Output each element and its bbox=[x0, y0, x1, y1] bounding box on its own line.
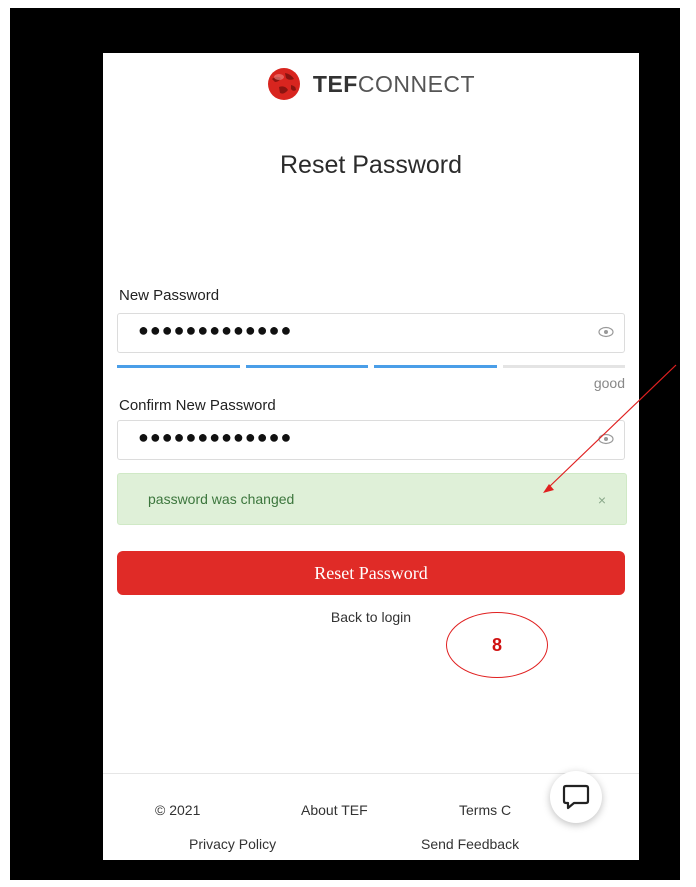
about-link[interactable]: About TEF bbox=[301, 802, 368, 818]
globe-icon bbox=[267, 68, 300, 100]
confirm-password-label: Confirm New Password bbox=[119, 397, 276, 414]
reset-password-button[interactable]: Reset Password bbox=[117, 551, 625, 595]
strength-segment bbox=[245, 365, 368, 368]
terms-link[interactable]: Terms C bbox=[459, 802, 511, 818]
password-strength-meter bbox=[117, 365, 625, 369]
confirm-password-field[interactable]: ●●●●●●●●●●●●● bbox=[117, 420, 625, 460]
strength-label: good bbox=[593, 375, 625, 391]
privacy-policy-link[interactable]: Privacy Policy bbox=[189, 836, 276, 852]
brand-name: TEFCONNECT bbox=[312, 70, 476, 97]
new-password-label: New Password bbox=[119, 287, 220, 304]
chat-button[interactable] bbox=[550, 771, 602, 823]
annotation-number: 8 bbox=[446, 612, 548, 678]
new-password-field[interactable]: ●●●●●●●●●●●●● bbox=[117, 313, 625, 353]
reset-password-screen: TEFCONNECT Reset Password New Password ●… bbox=[103, 53, 639, 860]
send-feedback-link[interactable]: Send Feedback bbox=[421, 836, 519, 852]
close-icon[interactable]: × bbox=[598, 492, 606, 508]
copyright-text: © 2021 bbox=[155, 802, 201, 818]
back-to-login-link[interactable]: Back to login bbox=[103, 609, 639, 625]
page-title: Reset Password bbox=[279, 151, 463, 179]
chat-icon bbox=[562, 784, 590, 810]
eye-icon[interactable] bbox=[598, 433, 614, 445]
strength-segment bbox=[502, 365, 625, 368]
strength-segment bbox=[117, 365, 240, 368]
success-alert: password was changed × bbox=[117, 473, 627, 525]
eye-icon[interactable] bbox=[598, 326, 614, 338]
strength-segment bbox=[374, 365, 497, 368]
confirm-password-value: ●●●●●●●●●●●●● bbox=[138, 427, 293, 447]
alert-message: password was changed bbox=[148, 491, 295, 507]
new-password-value: ●●●●●●●●●●●●● bbox=[138, 320, 293, 340]
app-logo: TEFCONNECT bbox=[103, 67, 639, 107]
